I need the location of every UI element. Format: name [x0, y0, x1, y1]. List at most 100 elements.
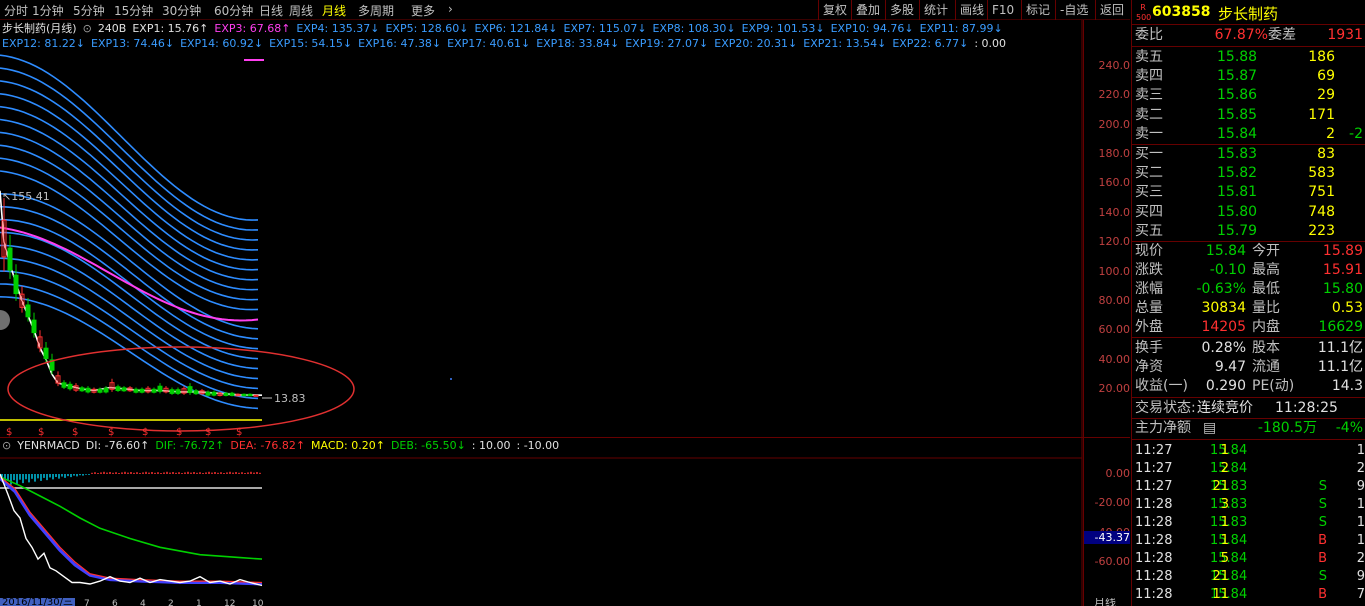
cell: -0.10: [1209, 262, 1246, 278]
cell: 15.80: [1217, 203, 1258, 220]
price-axis-label: 120.0: [1098, 235, 1131, 249]
date-tick: 10: [252, 599, 264, 606]
toolbar-btn-7[interactable]: -自选: [1055, 0, 1092, 20]
sell-level-5: 卖五 15.88 186: [1135, 48, 1365, 67]
sell-level-1: 卖一 15.84 2 -2: [1135, 125, 1365, 144]
signal-marker: $: [108, 427, 114, 438]
period-tab-9[interactable]: 多周期: [358, 2, 394, 19]
candle: [13, 274, 19, 295]
cell: -180.5万: [1257, 420, 1317, 436]
tick-row: 11:28 15.84 11 B 7: [1135, 586, 1365, 604]
cell: -0.63%: [1196, 281, 1246, 297]
macd-axis: 0.00-20.00-40.00-60.00-43.37: [1083, 438, 1130, 606]
date-tick: 7: [84, 599, 90, 606]
candle: [241, 393, 247, 397]
drag-handle[interactable]: [0, 310, 10, 330]
cell: 今开: [1252, 243, 1280, 259]
cell: 11:28:25: [1275, 400, 1338, 416]
period-tab-7[interactable]: 周线: [289, 2, 313, 19]
tick-row: 11:27 15.83 21 S 9: [1135, 478, 1365, 496]
candle: [61, 382, 67, 388]
toolbar-btn-8[interactable]: 返回: [1095, 0, 1128, 20]
cell: 14205: [1201, 319, 1246, 335]
macd-chart[interactable]: 7 6 4 2 1 12 10: [0, 438, 1083, 606]
price-axis-label: 40.00: [1098, 352, 1131, 366]
toolbar-btn-4[interactable]: 画线: [955, 0, 988, 20]
more-arrow-icon[interactable]: ›: [448, 2, 453, 16]
cell: 186: [1308, 49, 1335, 65]
period-tab-10[interactable]: 更多: [411, 2, 435, 19]
cell: 量比: [1252, 300, 1280, 316]
kline-chart[interactable]: $ $ $ $ $ $ $ $ ↖155.41 13.83: [0, 20, 1083, 438]
stock-name[interactable]: 步长制药: [1218, 3, 1278, 24]
buy-level-3: 买三 15.81 751: [1135, 183, 1365, 202]
signal-marker: $: [38, 427, 44, 438]
tick-cell: 7: [1356, 587, 1365, 602]
candle: [211, 391, 217, 396]
cell: 583: [1308, 165, 1335, 182]
cell: 11.1亿: [1317, 340, 1363, 356]
cell: -2: [1349, 125, 1363, 142]
signal-marker: $: [6, 427, 12, 438]
cell: 67.87%: [1214, 27, 1268, 43]
period-tab-1[interactable]: 1分钟: [32, 2, 64, 19]
period-tab-0[interactable]: 分时: [4, 2, 28, 19]
signal-marker: $: [176, 427, 182, 438]
candle: [187, 386, 193, 394]
toolbar-btn-6[interactable]: 标记: [1021, 0, 1054, 20]
toolbar-btn-0[interactable]: 复权: [818, 0, 851, 20]
cell: 买五: [1135, 222, 1163, 239]
candle: [7, 247, 13, 271]
period-tab-5[interactable]: 60分钟: [214, 2, 253, 19]
tick-cell: 1: [1220, 443, 1229, 458]
period-tab-4[interactable]: 30分钟: [162, 2, 201, 19]
ema-line: [0, 80, 259, 241]
tick-cell: 11:28: [1135, 497, 1173, 512]
price-axis-label: 160.0: [1098, 176, 1131, 190]
stock-chart-app: 分时 1分钟 5分钟 15分钟 30分钟 60分钟 日线 周线 月线 多周期 更多 › 复权 叠加 多股 统计…: [0, 0, 1365, 606]
cell: 15.89: [1322, 243, 1363, 259]
cell: 15.85: [1217, 106, 1258, 123]
price-axis-label: 220.0: [1098, 88, 1131, 102]
cell: 现价: [1135, 243, 1163, 259]
toolbar-btn-5[interactable]: F10: [987, 0, 1018, 20]
candle: [253, 394, 259, 397]
main-chart-panel[interactable]: 步长制药(月线) ⊙ 240B EXP1: 15.76↑ EXP3: 67.68↑ EXP…: [0, 20, 1130, 438]
toolbar-btn-1[interactable]: 叠加: [851, 0, 884, 20]
di-line: [0, 473, 263, 587]
cell: 1931: [1327, 27, 1363, 43]
candle: [151, 388, 157, 393]
cell: 最高: [1252, 262, 1280, 278]
toolbar-btn-2[interactable]: 多股: [885, 0, 918, 20]
candle: [25, 304, 31, 318]
macd-axis-label: 0.00: [1105, 467, 1131, 480]
toolbar-btn-3[interactable]: 统计: [919, 0, 952, 20]
tick-cell: 11:28: [1135, 533, 1173, 548]
macd-current-value: -43.37: [1084, 530, 1130, 544]
macd-axis-label: -20.00: [1094, 496, 1130, 510]
cell: 涨幅: [1135, 281, 1163, 297]
period-tab-2[interactable]: 5分钟: [73, 2, 105, 19]
tick-row: 11:28 15.83 1 S 1: [1135, 514, 1365, 532]
stat-row: 涨幅 -0.63% 最低 15.80: [1135, 280, 1365, 299]
stat-row: 涨跌 -0.10 最高 15.91: [1135, 261, 1365, 280]
signal-marker: $: [142, 427, 148, 438]
cell: 0.290: [1205, 378, 1246, 394]
candle: [205, 391, 211, 396]
cell: PE(动): [1252, 378, 1295, 394]
period-tab-8[interactable]: 月线: [322, 2, 346, 19]
period-tab-3[interactable]: 15分钟: [114, 2, 153, 19]
stat2-row: 换手 0.28% 股本 11.1亿: [1135, 339, 1365, 358]
stat2-row: 收益(一) 0.290 PE(动) 14.3: [1135, 377, 1365, 396]
low-label: 13.83: [274, 392, 306, 405]
period-tab-6[interactable]: 日线: [259, 2, 283, 19]
macd-panel[interactable]: ⊙ YENRMACD DI: -76.60↑ DIF: -76.72↑ DEA: -76…: [0, 438, 1130, 606]
cell: 卖三: [1135, 87, 1163, 104]
cell: 流通: [1252, 359, 1280, 375]
tick-cell: 9: [1356, 569, 1365, 584]
cell: 买一: [1135, 146, 1163, 162]
cell: 股本: [1252, 340, 1280, 356]
candle: [67, 383, 73, 390]
candle: [43, 347, 49, 359]
cell: 连续竞价: [1197, 400, 1253, 416]
